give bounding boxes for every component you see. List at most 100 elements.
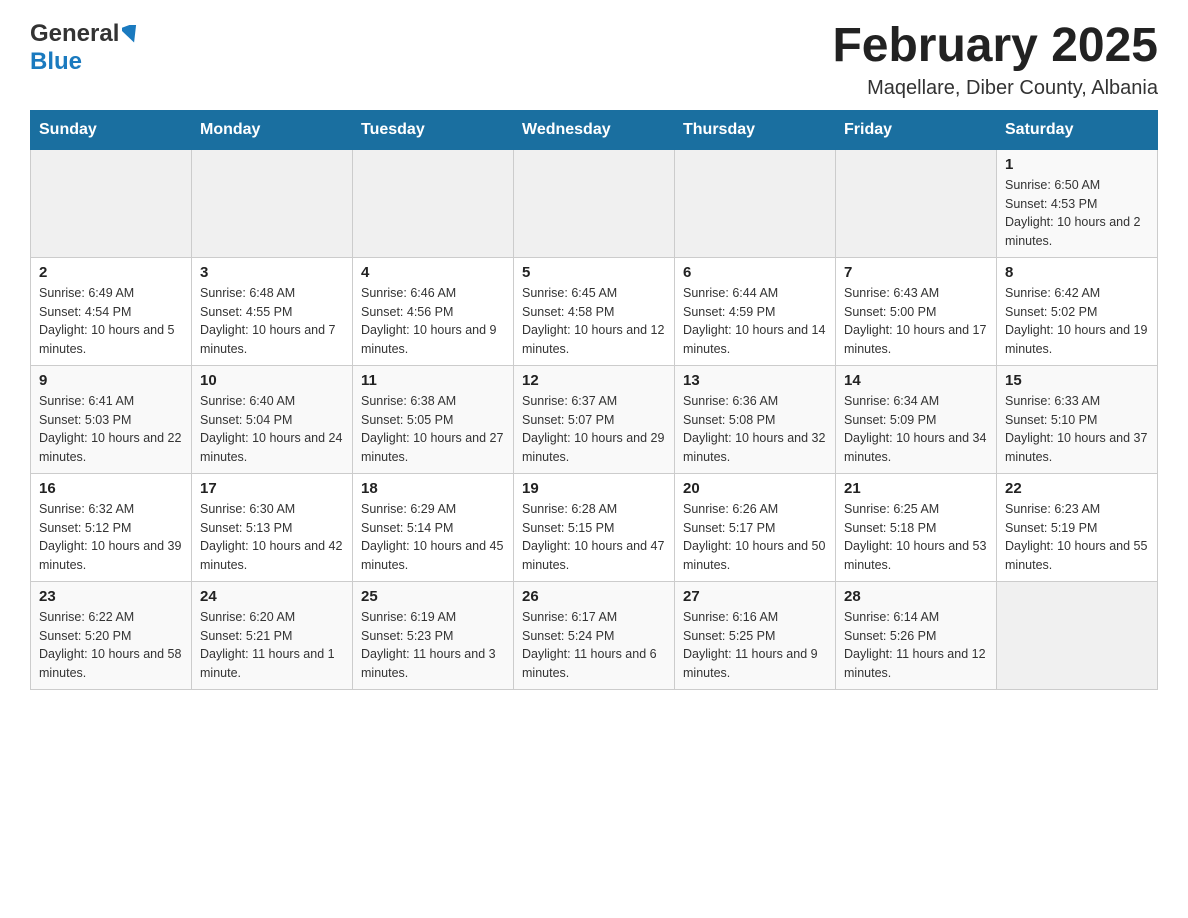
day-number: 18 <box>361 480 505 497</box>
day-number: 3 <box>200 264 344 281</box>
day-info: Sunrise: 6:48 AM Sunset: 4:55 PM Dayligh… <box>200 284 344 359</box>
day-info: Sunrise: 6:25 AM Sunset: 5:18 PM Dayligh… <box>844 500 988 575</box>
day-number: 4 <box>361 264 505 281</box>
location-subtitle: Maqellare, Diber County, Albania <box>832 77 1158 100</box>
day-number: 14 <box>844 372 988 389</box>
day-info: Sunrise: 6:36 AM Sunset: 5:08 PM Dayligh… <box>683 392 827 467</box>
calendar-cell: 6 Sunrise: 6:44 AM Sunset: 4:59 PM Daylig… <box>675 257 836 365</box>
day-info: Sunrise: 6:28 AM Sunset: 5:15 PM Dayligh… <box>522 500 666 575</box>
day-number: 9 <box>39 372 183 389</box>
day-info: Sunrise: 6:44 AM Sunset: 4:59 PM Dayligh… <box>683 284 827 359</box>
calendar-table: SundayMondayTuesdayWednesdayThursdayFrid… <box>30 110 1158 690</box>
calendar-cell: 23 Sunrise: 6:22 AM Sunset: 5:20 PM Dayli… <box>31 581 192 689</box>
day-info: Sunrise: 6:23 AM Sunset: 5:19 PM Dayligh… <box>1005 500 1149 575</box>
calendar-cell <box>997 581 1158 689</box>
page-header: General Blue February 2025 Maqellare, Di… <box>30 20 1158 100</box>
calendar-cell: 11 Sunrise: 6:38 AM Sunset: 5:05 PM Dayli… <box>353 365 514 473</box>
day-number: 16 <box>39 480 183 497</box>
day-number: 19 <box>522 480 666 497</box>
calendar-cell: 27Sunrise: 6:16 AM Sunset: 5:25 PM Dayli… <box>675 581 836 689</box>
day-info: Sunrise: 6:32 AM Sunset: 5:12 PM Dayligh… <box>39 500 183 575</box>
day-number: 25 <box>361 588 505 605</box>
calendar-week-2: 2 Sunrise: 6:49 AM Sunset: 4:54 PM Daylig… <box>31 257 1158 365</box>
calendar-cell: 12 Sunrise: 6:37 AM Sunset: 5:07 PM Dayli… <box>514 365 675 473</box>
calendar-cell <box>514 149 675 257</box>
calendar-week-4: 16 Sunrise: 6:32 AM Sunset: 5:12 PM Dayli… <box>31 473 1158 581</box>
month-title: February 2025 <box>832 20 1158 73</box>
calendar-cell: 18 Sunrise: 6:29 AM Sunset: 5:14 PM Dayli… <box>353 473 514 581</box>
day-number: 27 <box>683 588 827 605</box>
calendar-cell: 7 Sunrise: 6:43 AM Sunset: 5:00 PM Daylig… <box>836 257 997 365</box>
day-info: Sunrise: 6:26 AM Sunset: 5:17 PM Dayligh… <box>683 500 827 575</box>
logo-general-text: General <box>30 20 119 48</box>
weekday-header-monday: Monday <box>192 110 353 149</box>
day-number: 11 <box>361 372 505 389</box>
calendar-cell: 22Sunrise: 6:23 AM Sunset: 5:19 PM Dayli… <box>997 473 1158 581</box>
day-info: Sunrise: 6:30 AM Sunset: 5:13 PM Dayligh… <box>200 500 344 575</box>
day-info: Sunrise: 6:14 AM Sunset: 5:26 PM Dayligh… <box>844 608 988 683</box>
day-info: Sunrise: 6:40 AM Sunset: 5:04 PM Dayligh… <box>200 392 344 467</box>
weekday-header-row: SundayMondayTuesdayWednesdayThursdayFrid… <box>31 110 1158 149</box>
day-number: 28 <box>844 588 988 605</box>
day-number: 21 <box>844 480 988 497</box>
day-info: Sunrise: 6:45 AM Sunset: 4:58 PM Dayligh… <box>522 284 666 359</box>
day-info: Sunrise: 6:20 AM Sunset: 5:21 PM Dayligh… <box>200 608 344 683</box>
day-number: 1 <box>1005 156 1149 173</box>
day-info: Sunrise: 6:50 AM Sunset: 4:53 PM Dayligh… <box>1005 176 1149 251</box>
calendar-cell: 4 Sunrise: 6:46 AM Sunset: 4:56 PM Daylig… <box>353 257 514 365</box>
weekday-header-thursday: Thursday <box>675 110 836 149</box>
day-number: 15 <box>1005 372 1149 389</box>
logo-triangle-icon <box>122 25 140 48</box>
day-number: 24 <box>200 588 344 605</box>
calendar-week-1: 1 Sunrise: 6:50 AM Sunset: 4:53 PM Daylig… <box>31 149 1158 257</box>
title-area: February 2025 Maqellare, Diber County, A… <box>832 20 1158 100</box>
weekday-header-saturday: Saturday <box>997 110 1158 149</box>
calendar-cell: 16 Sunrise: 6:32 AM Sunset: 5:12 PM Dayli… <box>31 473 192 581</box>
day-info: Sunrise: 6:38 AM Sunset: 5:05 PM Dayligh… <box>361 392 505 467</box>
calendar-week-3: 9 Sunrise: 6:41 AM Sunset: 5:03 PM Daylig… <box>31 365 1158 473</box>
calendar-cell: 25 Sunrise: 6:19 AM Sunset: 5:23 PM Dayli… <box>353 581 514 689</box>
day-info: Sunrise: 6:34 AM Sunset: 5:09 PM Dayligh… <box>844 392 988 467</box>
calendar-cell: 14 Sunrise: 6:34 AM Sunset: 5:09 PM Dayli… <box>836 365 997 473</box>
calendar-cell <box>353 149 514 257</box>
calendar-cell: 5 Sunrise: 6:45 AM Sunset: 4:58 PM Daylig… <box>514 257 675 365</box>
calendar-cell <box>192 149 353 257</box>
day-number: 26 <box>522 588 666 605</box>
day-number: 20 <box>683 480 827 497</box>
calendar-cell <box>836 149 997 257</box>
calendar-cell: 15 Sunrise: 6:33 AM Sunset: 5:10 PM Dayli… <box>997 365 1158 473</box>
day-number: 23 <box>39 588 183 605</box>
calendar-cell: 13Sunrise: 6:36 AM Sunset: 5:08 PM Dayli… <box>675 365 836 473</box>
calendar-cell: 1 Sunrise: 6:50 AM Sunset: 4:53 PM Daylig… <box>997 149 1158 257</box>
day-info: Sunrise: 6:46 AM Sunset: 4:56 PM Dayligh… <box>361 284 505 359</box>
day-info: Sunrise: 6:19 AM Sunset: 5:23 PM Dayligh… <box>361 608 505 683</box>
logo-blue-text: Blue <box>30 48 82 75</box>
day-number: 7 <box>844 264 988 281</box>
calendar-cell: 20 Sunrise: 6:26 AM Sunset: 5:17 PM Dayli… <box>675 473 836 581</box>
weekday-header-sunday: Sunday <box>31 110 192 149</box>
day-info: Sunrise: 6:37 AM Sunset: 5:07 PM Dayligh… <box>522 392 666 467</box>
weekday-header-friday: Friday <box>836 110 997 149</box>
calendar-cell: 24 Sunrise: 6:20 AM Sunset: 5:21 PM Dayli… <box>192 581 353 689</box>
calendar-cell <box>675 149 836 257</box>
day-info: Sunrise: 6:17 AM Sunset: 5:24 PM Dayligh… <box>522 608 666 683</box>
calendar-cell: 19 Sunrise: 6:28 AM Sunset: 5:15 PM Dayli… <box>514 473 675 581</box>
day-info: Sunrise: 6:42 AM Sunset: 5:02 PM Dayligh… <box>1005 284 1149 359</box>
day-number: 17 <box>200 480 344 497</box>
calendar-cell: 3 Sunrise: 6:48 AM Sunset: 4:55 PM Daylig… <box>192 257 353 365</box>
calendar-cell <box>31 149 192 257</box>
day-number: 10 <box>200 372 344 389</box>
day-info: Sunrise: 6:41 AM Sunset: 5:03 PM Dayligh… <box>39 392 183 467</box>
day-number: 12 <box>522 372 666 389</box>
calendar-cell: 28 Sunrise: 6:14 AM Sunset: 5:26 PM Dayli… <box>836 581 997 689</box>
day-info: Sunrise: 6:22 AM Sunset: 5:20 PM Dayligh… <box>39 608 183 683</box>
calendar-cell: 9 Sunrise: 6:41 AM Sunset: 5:03 PM Daylig… <box>31 365 192 473</box>
day-info: Sunrise: 6:43 AM Sunset: 5:00 PM Dayligh… <box>844 284 988 359</box>
day-info: Sunrise: 6:33 AM Sunset: 5:10 PM Dayligh… <box>1005 392 1149 467</box>
day-info: Sunrise: 6:49 AM Sunset: 4:54 PM Dayligh… <box>39 284 183 359</box>
day-info: Sunrise: 6:29 AM Sunset: 5:14 PM Dayligh… <box>361 500 505 575</box>
day-number: 2 <box>39 264 183 281</box>
day-number: 8 <box>1005 264 1149 281</box>
day-number: 6 <box>683 264 827 281</box>
day-number: 5 <box>522 264 666 281</box>
